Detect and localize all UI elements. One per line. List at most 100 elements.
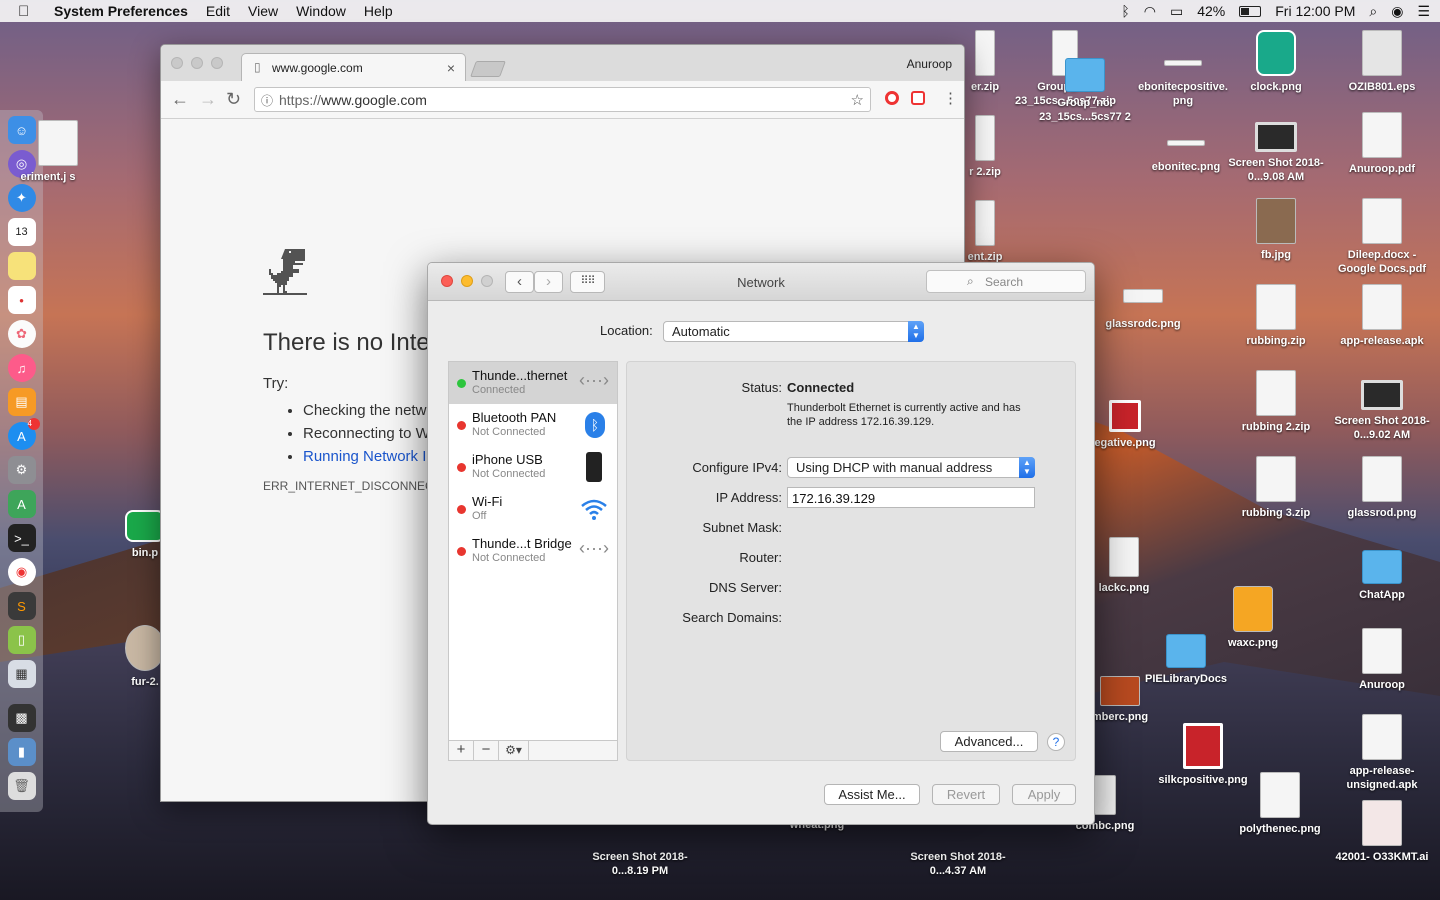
ip-address-field[interactable] [787,487,1035,508]
zoom-button[interactable] [481,275,493,287]
itunes-icon[interactable]: ♫ [7,354,36,382]
wifi-status-icon[interactable]: ◠ [1144,3,1156,20]
app-menu[interactable]: System Preferences [54,3,188,19]
network-titlebar[interactable]: ‹ › ⠿⠿ Network ⌕ Search [428,263,1094,301]
desktop-file[interactable]: Dileep.docx - Google Docs.pdf [1332,198,1432,276]
desktop-file[interactable]: app-release.apk [1332,284,1432,348]
android-studio-icon[interactable]: A [7,490,36,518]
document-icon[interactable]: ▮ [7,738,36,766]
desktop-file[interactable]: eriment.j s [0,120,98,184]
desktop-file[interactable]: rubbing.zip [1226,284,1326,348]
desktop-file[interactable]: rubbing 2.zip [1226,370,1326,434]
info-icon[interactable]: ⓘ [261,92,273,109]
menu-edit[interactable]: Edit [206,3,230,19]
notes-icon[interactable] [7,252,36,280]
desktop-file[interactable]: ebonitecpositive. png [1133,60,1233,108]
service-item-thunderbolt-bridge[interactable]: Thunde...t Bridge Not Connected ‹···› [449,530,617,572]
menu-window[interactable]: Window [296,3,346,19]
menu-view[interactable]: View [248,3,278,19]
close-button[interactable] [441,275,453,287]
desktop-file[interactable]: Screen Shot 2018-0...8.19 PM [590,850,690,878]
show-all-button[interactable]: ⠿⠿ [570,271,605,293]
desktop-file[interactable]: clock.png [1226,30,1326,94]
desktop-file[interactable]: Screen Shot 2018-0...9.02 AM [1332,370,1432,442]
desktop-file[interactable]: polythenec.png [1230,772,1330,836]
configure-ipv4-select[interactable]: Using DHCP with manual address ▲ ▼ [787,457,1035,478]
menu-clock[interactable]: Fri 12:00 PM [1275,3,1355,19]
desktop-file[interactable]: waxc.png [1203,586,1303,650]
battery-icon[interactable] [1239,5,1262,17]
service-actions-button[interactable]: ⚙▾ [499,741,529,760]
back-icon[interactable]: ← [171,89,189,110]
desktop-file[interactable]: fb.jpg [1226,198,1326,262]
desktop-file[interactable]: glassrodc.png [1093,289,1193,331]
desktop-file[interactable]: OZIB801.eps [1332,30,1432,94]
help-button[interactable]: ? [1047,733,1065,751]
battery-percent[interactable]: 42% [1197,3,1225,19]
add-service-button[interactable]: + [449,741,474,760]
revert-button[interactable]: Revert [932,784,1000,805]
desktop-file[interactable]: 42001- O33KMT.ai [1332,800,1432,864]
assist-me-button[interactable]: Assist Me... [824,784,920,805]
terminal-icon[interactable]: >_ [7,524,36,552]
app-store-icon[interactable]: A4 [7,418,40,450]
chrome-minimize-button[interactable] [191,57,203,69]
service-item-iphone-usb[interactable]: iPhone USB Not Connected [449,446,617,488]
desktop-folder[interactable]: ChatApp [1332,542,1432,602]
new-tab-button[interactable] [470,61,506,77]
location-select[interactable]: Automatic ▲ ▼ [663,321,924,342]
advanced-button[interactable]: Advanced... [940,731,1038,752]
desktop-file[interactable]: rubbing 3.zip [1226,456,1326,520]
apple-menu-icon[interactable]:  [18,3,40,20]
service-item-thunderbolt-ethernet[interactable]: Thunde...thernet Connected ‹···› [449,362,617,404]
desktop-file[interactable]: glassrod.png [1332,456,1432,520]
safari-icon[interactable]: ✦ [7,184,36,212]
apply-button[interactable]: Apply [1012,784,1076,805]
chrome-close-button[interactable] [171,57,183,69]
service-item-wifi[interactable]: Wi-Fi Off [449,488,617,530]
desktop-file[interactable]: app-release- unsigned.apk [1332,714,1432,792]
screen-icon[interactable]: ▩ [7,704,36,732]
back-button[interactable]: ‹ [505,271,534,293]
remove-service-button[interactable]: − [474,741,499,760]
trash-icon[interactable]: 🗑 [7,772,36,800]
search-field[interactable]: ⌕ Search [926,270,1086,293]
service-item-bluetooth-pan[interactable]: Bluetooth PAN Not Connected ᛒ [449,404,617,446]
desktop-file[interactable]: ebonitec.png [1136,140,1236,174]
extension-icon[interactable] [911,91,925,105]
desktop-file[interactable]: Anuroop.pdf [1332,112,1432,176]
tab-close-icon[interactable]: × [447,60,455,76]
forward-icon[interactable]: → [199,89,217,110]
desktop-file[interactable]: Anuroop [1332,628,1432,692]
photos-icon[interactable]: ✿ [7,320,36,348]
editor-icon[interactable]: ▯ [7,626,36,654]
siri-icon[interactable]: ◉ [1391,3,1403,20]
desktop-file[interactable]: Screen Shot 2018-0...4.37 AM [908,850,1008,878]
bookmark-star-icon[interactable]: ☆ [851,91,864,109]
bluetooth-status-icon[interactable]: ᛒ [1121,3,1129,19]
forward-button[interactable]: › [534,271,563,293]
sublime-icon[interactable]: S [7,592,36,620]
airplay-icon[interactable]: ▭ [1170,3,1183,20]
ibooks-icon[interactable]: ▤ [7,388,36,416]
reload-icon[interactable]: ↻ [226,89,241,110]
chrome-dock-icon[interactable]: ◉ [7,558,36,586]
diagnostics-link[interactable]: Running Network I [303,448,426,465]
desktop-file[interactable]: Screen Shot 2018-0...9.08 AM [1226,112,1326,184]
opera-extension-icon[interactable] [885,91,899,105]
notification-center-icon[interactable]: ☰ [1417,3,1430,20]
chrome-titlebar[interactable]: ▯ www.google.com × Anuroop [161,45,964,81]
profile-name[interactable]: Anuroop [907,57,952,71]
desktop-folder[interactable]: Group_no. 23_15cs...5cs77 2 [1035,50,1135,124]
reminders-icon[interactable]: • [7,286,36,314]
system-preferences-icon[interactable]: ⚙ [7,456,36,484]
spotlight-icon[interactable]: ⌕ [1369,3,1377,20]
chrome-zoom-button[interactable] [211,57,223,69]
preview-icon[interactable]: ▦ [7,660,36,688]
minimize-button[interactable] [461,275,473,287]
chrome-menu-icon[interactable]: ⋮ [943,89,958,107]
address-bar[interactable]: ⓘ https://www.google.com ☆ [254,87,871,112]
calendar-icon[interactable]: 13 [7,218,36,246]
browser-tab[interactable]: ▯ www.google.com × [241,53,466,81]
menu-help[interactable]: Help [364,3,393,19]
